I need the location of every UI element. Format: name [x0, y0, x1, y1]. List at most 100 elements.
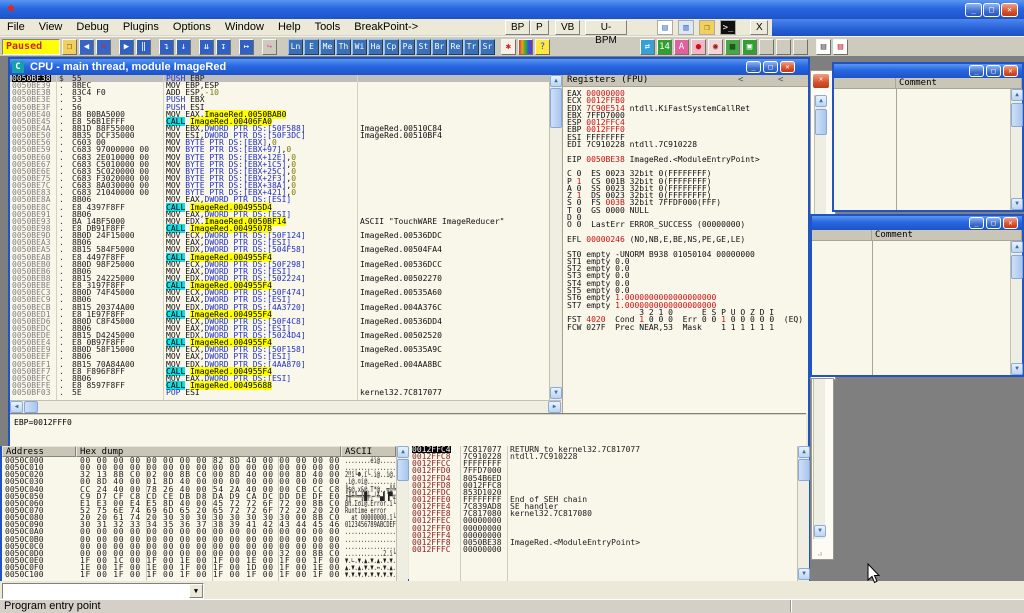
close-button[interactable]: ✕ — [1001, 3, 1018, 17]
scrollbar-thumb[interactable] — [1011, 103, 1023, 127]
record-icon[interactable]: ● — [691, 39, 706, 55]
toolbar-button-tr[interactable]: Tr — [464, 39, 479, 55]
menu-button-u-bpm[interactable]: U-BPM — [585, 20, 627, 35]
scroll-up-icon[interactable]: ▲ — [550, 75, 562, 87]
toolbar-button-ln[interactable]: Ln — [288, 39, 303, 55]
toolbar-button-br[interactable]: Br — [432, 39, 447, 55]
window-icon[interactable]: ▣ — [742, 39, 757, 55]
column-header-comment[interactable]: Comment — [872, 230, 1022, 240]
prev-view-icon[interactable]: < — [738, 75, 743, 86]
notes-page-icon[interactable]: ▤ — [833, 39, 848, 55]
step-over-icon[interactable]: ↓ — [176, 39, 191, 55]
restart-icon[interactable]: ◀ — [79, 39, 94, 55]
register-line[interactable]: EFL 00000246 (NO,NB,E,BE,NS,PE,GE,LE) — [563, 236, 808, 243]
goto-address-icon[interactable]: ↪ — [262, 39, 277, 55]
blank-slot[interactable] — [759, 39, 774, 55]
toolbar-button-re[interactable]: Re — [448, 39, 463, 55]
register-line[interactable]: O 0 LastErr ERROR_SUCCESS (00000000) — [563, 221, 808, 228]
disassembly-pane[interactable]: 0050BE38$55PUSH EBP0050BE39.8BECMOV EBP,… — [10, 75, 549, 400]
toolbar-button-th[interactable]: Th — [336, 39, 351, 55]
scroll-down-icon[interactable]: ▼ — [1011, 198, 1023, 210]
toolbar-button-wi[interactable]: Wi — [352, 39, 367, 55]
disasm-row[interactable]: 0050BEFE.E8 8597F8FFCALL ImageRed.004956… — [10, 382, 549, 389]
column-header-comment[interactable]: Comment — [896, 78, 1022, 88]
toolbar-button-sr[interactable]: Sr — [480, 39, 495, 55]
disassembly-vscrollbar[interactable]: ▲ ▼ — [549, 75, 561, 400]
scroll-right-icon[interactable]: ▶ — [548, 401, 561, 413]
disassembly-hscrollbar[interactable]: ◀ ▶ — [10, 400, 561, 413]
cpu-maximize-button[interactable]: □ — [763, 61, 778, 73]
maximize-button[interactable]: □ — [986, 65, 1001, 77]
menu-item-debug[interactable]: Debug — [69, 21, 115, 33]
menu-item-window[interactable]: Window — [218, 21, 271, 33]
spiral-icon[interactable]: ◉ — [708, 39, 723, 55]
toolbar-button-st[interactable]: St — [416, 39, 431, 55]
scroll-up-icon[interactable]: ▲ — [798, 446, 810, 458]
menu-button-p[interactable]: P — [530, 20, 549, 35]
open-file-icon[interactable]: ❐ — [62, 39, 77, 55]
scroll-down-icon[interactable]: ▼ — [814, 525, 826, 537]
dump-vscrollbar[interactable]: ▲ — [396, 446, 408, 581]
close-button[interactable]: ✕ — [1003, 65, 1018, 77]
column-headers[interactable]: Comment — [834, 78, 1022, 89]
disasm-row[interactable]: 0050BE3B.83C4 F0ADD ESP,-10 — [10, 89, 549, 96]
menu-item-tools[interactable]: Tools — [308, 21, 348, 33]
fragment-scrollbar[interactable]: ▼ — [813, 379, 825, 539]
net-icon[interactable]: ▦ — [725, 39, 740, 55]
cpu-window-titlebar[interactable]: CPU - main thread, module ImageRed — [10, 59, 808, 75]
menu-close-button[interactable]: X — [750, 20, 768, 35]
scroll-down-icon[interactable]: ▼ — [1011, 363, 1023, 375]
fragment-close-button[interactable]: ✕ — [812, 73, 830, 89]
scrollbar-thumb[interactable] — [1011, 255, 1023, 279]
menu-button-vb[interactable]: VB — [555, 20, 580, 35]
next-view-icon[interactable]: < — [778, 75, 783, 86]
notepad-icon[interactable]: ▤ — [657, 20, 673, 35]
dump-row[interactable]: 0050C1001F 00 1F 00 1F 00 1F 00 1F 00 1F… — [2, 571, 396, 578]
menu-item-breakpoint[interactable]: BreakPoint-> — [347, 21, 425, 33]
toolbar-button-ha[interactable]: Ha — [368, 39, 383, 55]
disasm-row[interactable]: 0050BF03.5EPOP ESIkernel32.7C817077 — [10, 389, 549, 396]
minimize-button[interactable]: _ — [965, 3, 982, 17]
comment-window-middle-titlebar[interactable]: _ □ ✕ — [812, 216, 1022, 230]
blank-slot[interactable] — [793, 39, 808, 55]
menu-item-help[interactable]: Help — [271, 21, 308, 33]
help-icon[interactable]: ? — [535, 39, 550, 55]
scroll-down-icon[interactable]: ▼ — [798, 568, 810, 580]
menu-item-options[interactable]: Options — [166, 21, 218, 33]
comment-window-middle-scrollbar[interactable]: ▲ ▼ — [1010, 241, 1022, 375]
menu-button-bp[interactable]: BP — [505, 20, 530, 35]
run-icon[interactable]: ▶ — [119, 39, 134, 55]
toolbar-button-e[interactable]: E — [304, 39, 319, 55]
appearance-icon[interactable] — [518, 39, 533, 55]
close-program-icon[interactable]: ✕ — [96, 39, 111, 55]
info-pane[interactable]: EBP=0012FFF0 — [10, 413, 806, 446]
resize-grip[interactable]: ⣠ — [817, 547, 829, 557]
minimize-button[interactable]: _ — [969, 65, 984, 77]
memory-dump-pane[interactable]: Address Hex dump ASCII 0050C00000 00 00 … — [2, 446, 396, 581]
menu-item-view[interactable]: View — [32, 21, 70, 33]
settings-gear-icon[interactable]: ✱ — [501, 39, 516, 55]
scrollbar-thumb[interactable] — [550, 88, 562, 128]
disasm-row[interactable]: 0050BE3E.53PUSH EBX — [10, 96, 549, 103]
menu-item-plugins[interactable]: Plugins — [116, 21, 166, 33]
scroll-up-icon[interactable]: ▲ — [1011, 241, 1023, 253]
register-line[interactable]: FCW 027F Prec NEAR,53 Mask 1 1 1 1 1 1 — [563, 324, 808, 331]
stack-vscrollbar[interactable]: ▲ ▼ — [797, 446, 809, 581]
register-line[interactable]: EIP 0050BE38 ImageRed.<ModuleEntryPoint> — [563, 156, 808, 163]
column-headers[interactable]: Comment — [812, 230, 1022, 241]
cpu-close-button[interactable]: ✕ — [780, 61, 795, 73]
stack-row[interactable]: 0012FFFC00000000 — [409, 546, 797, 553]
plugin-14-icon[interactable]: 14 — [657, 39, 672, 55]
scroll-up-icon[interactable]: ▲ — [397, 446, 409, 458]
animate-over-icon[interactable]: ↧ — [216, 39, 231, 55]
menu-item-file[interactable]: File — [0, 21, 32, 33]
scroll-down-icon[interactable]: ▼ — [550, 387, 562, 399]
scroll-left-icon[interactable]: ◀ — [10, 401, 23, 413]
registers-header[interactable]: Registers (FPU) < < — [563, 75, 808, 87]
blank-slot[interactable] — [776, 39, 791, 55]
animate-into-icon[interactable]: ⇊ — [199, 39, 214, 55]
step-into-icon[interactable]: ↴ — [159, 39, 174, 55]
scroll-up-icon[interactable]: ▲ — [1011, 89, 1023, 101]
stack-pane[interactable]: 0012FFC47C817077RETURN to kernel32.7C817… — [409, 446, 797, 581]
log-page-icon[interactable]: ▤ — [816, 39, 831, 55]
